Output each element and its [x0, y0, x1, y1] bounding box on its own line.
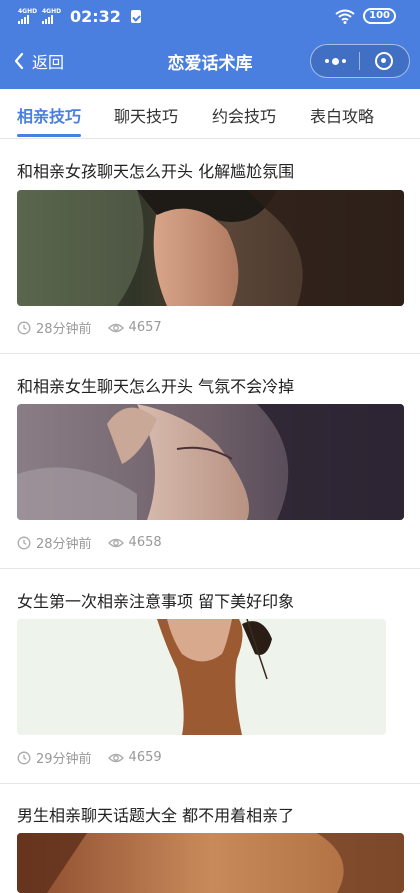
active-tab-indicator: [17, 134, 81, 137]
divider: [0, 783, 420, 784]
nav-bar: 返回 恋爱话术库: [0, 33, 420, 89]
article-title[interactable]: 女生第一次相亲注意事项 留下美好印象: [17, 588, 294, 612]
article-thumbnail[interactable]: [17, 404, 404, 520]
sim-icon: [130, 9, 141, 23]
article-meta: 29分钟前 4659: [17, 748, 162, 767]
article-title[interactable]: 男生相亲聊天话题大全 都不用着相亲了: [17, 802, 294, 826]
tab-matchmaking-tips[interactable]: 相亲技巧: [17, 103, 81, 127]
more-icon: [324, 59, 329, 63]
article-item[interactable]: 女生第一次相亲注意事项 留下美好印象 29分钟前 4659: [0, 588, 420, 784]
thumbnail-image: [17, 619, 386, 735]
signal-1-label: 4GHD: [18, 8, 38, 15]
divider: [0, 353, 420, 354]
tab-chat-tips[interactable]: 聊天技巧: [114, 103, 178, 127]
wifi-icon: [335, 9, 355, 24]
article-item[interactable]: 男生相亲聊天话题大全 都不用着相亲了: [0, 802, 420, 893]
thumbnail-image: [17, 404, 404, 520]
back-label: 返回: [32, 53, 65, 72]
signal-2-label: 4GHD: [42, 8, 62, 15]
clock-icon: [17, 751, 31, 764]
eye-icon: [107, 753, 124, 762]
miniapp-capsule: [310, 44, 410, 78]
article-title[interactable]: 和相亲女生聊天怎么开头 气氛不会冷掉: [17, 373, 294, 397]
article-views: 4658: [128, 535, 162, 550]
battery-icon: 100: [363, 8, 396, 24]
thumbnail-image: [17, 190, 404, 306]
clock-time: 02:32: [70, 6, 121, 26]
clock-icon: [17, 321, 31, 334]
article-title[interactable]: 和相亲女孩聊天怎么开头 化解尴尬氛围: [17, 158, 294, 182]
signal-icon: 4GHD: [42, 8, 62, 24]
category-tabs: 相亲技巧 聊天技巧 约会技巧 表白攻略: [0, 89, 420, 139]
article-time: 28分钟前: [36, 322, 92, 337]
article-meta: 28分钟前 4657: [17, 318, 162, 337]
more-icon-right: [341, 59, 346, 63]
status-bar: 4GHD 4GHD 02:32 100: [0, 0, 420, 33]
article-thumbnail[interactable]: [17, 190, 404, 306]
close-miniapp-icon: [375, 52, 393, 70]
tab-confession-guide[interactable]: 表白攻略: [310, 103, 374, 127]
more-icon-center: [331, 57, 339, 65]
eye-icon: [107, 538, 124, 547]
article-meta: 28分钟前 4658: [17, 533, 162, 552]
close-miniapp-button[interactable]: [360, 45, 408, 77]
divider: [0, 568, 420, 569]
article-thumbnail[interactable]: [17, 619, 386, 735]
eye-icon: [107, 323, 124, 332]
article-views: 4659: [128, 750, 162, 765]
article-item[interactable]: 和相亲女孩聊天怎么开头 化解尴尬氛围 28分钟前 4657: [0, 158, 420, 354]
back-button[interactable]: 返回: [14, 49, 64, 73]
article-time: 28分钟前: [36, 537, 92, 552]
signal-icon: 4GHD: [18, 8, 38, 24]
article-item[interactable]: 和相亲女生聊天怎么开头 气氛不会冷掉 28分钟前 4658: [0, 373, 420, 569]
article-time: 29分钟前: [36, 752, 92, 767]
clock-icon: [17, 536, 31, 549]
tab-dating-tips[interactable]: 约会技巧: [212, 103, 276, 127]
back-arrow-icon: [14, 53, 24, 69]
more-button[interactable]: [311, 45, 359, 77]
thumbnail-image: [17, 833, 404, 893]
article-views: 4657: [128, 320, 162, 335]
article-thumbnail[interactable]: [17, 833, 404, 893]
